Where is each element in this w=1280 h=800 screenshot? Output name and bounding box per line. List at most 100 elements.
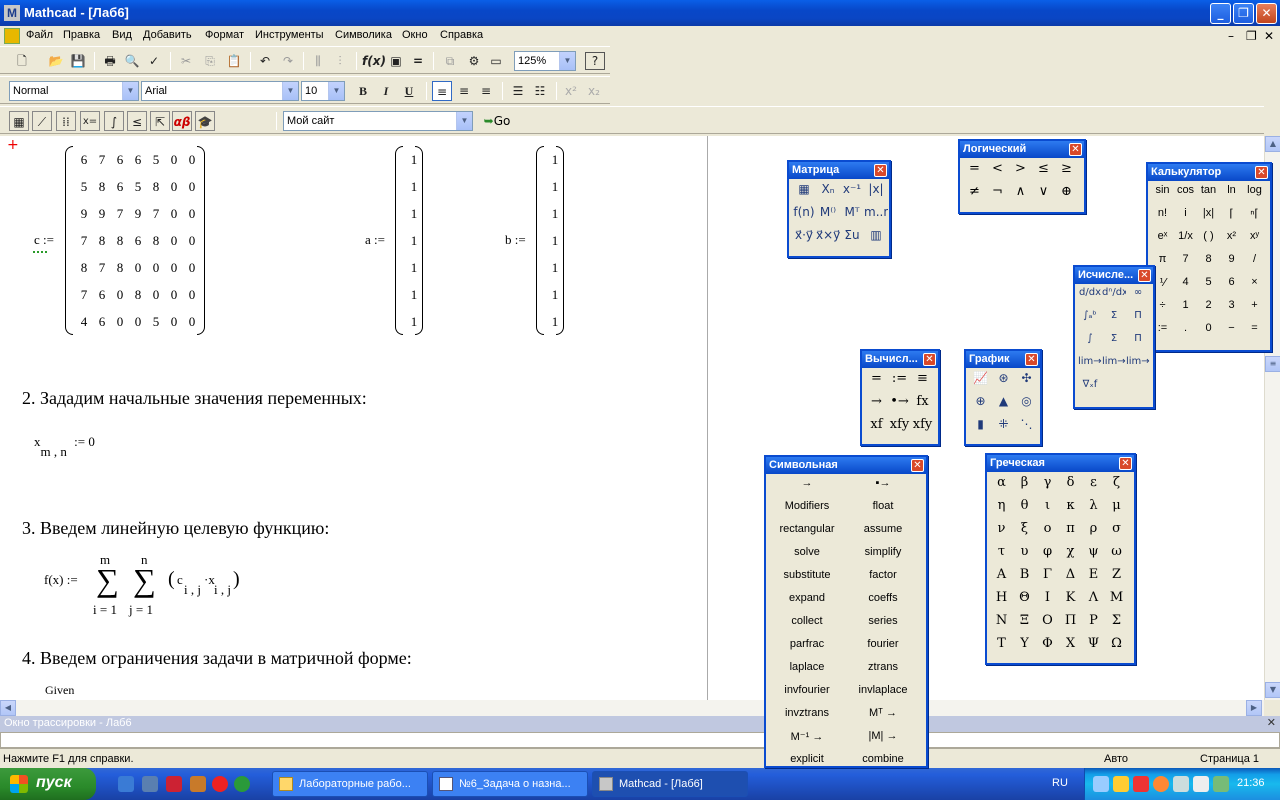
- network-icon[interactable]: [1093, 776, 1109, 792]
- boolean-palette-icon[interactable]: ≤: [127, 111, 147, 131]
- symbolic-palette-button[interactable]: invlaplace: [845, 684, 921, 707]
- style-select[interactable]: Normal ▼: [9, 81, 139, 101]
- evaluation-palette-icon[interactable]: x=: [80, 111, 100, 131]
- greek-palette-button[interactable]: υ: [1013, 544, 1036, 567]
- logic-palette-button[interactable]: ∧: [1009, 184, 1032, 207]
- symbolic-palette-button[interactable]: float: [845, 500, 921, 523]
- greek-palette-icon[interactable]: αβ: [172, 111, 192, 131]
- close-icon[interactable]: ✕: [874, 164, 887, 177]
- ie-icon[interactable]: [118, 776, 134, 792]
- step-4-heading[interactable]: 4. Введем ограничения задачи в матричной…: [22, 648, 412, 669]
- shield-icon[interactable]: [1113, 776, 1129, 792]
- greek-palette-button[interactable]: η: [990, 498, 1013, 521]
- matrix-cell[interactable]: 0: [183, 281, 201, 308]
- matrix-cell[interactable]: 0: [183, 254, 201, 281]
- given-keyword[interactable]: Given: [45, 683, 74, 698]
- mathcad-app-icon[interactable]: M: [4, 5, 20, 21]
- calculus-palette-button[interactable]: lim→a⁺: [1102, 356, 1126, 379]
- close-icon[interactable]: ✕: [1255, 166, 1268, 179]
- symbolic-palette-button[interactable]: substitute: [769, 569, 845, 592]
- start-button[interactable]: пуск: [0, 768, 96, 800]
- greek-palette-button[interactable]: λ: [1082, 498, 1105, 521]
- calculator-palette-button[interactable]: 3: [1220, 299, 1243, 322]
- logic-palette-button[interactable]: <: [986, 161, 1009, 184]
- matrix-cell[interactable]: 5: [147, 308, 165, 335]
- subscript-button[interactable]: x₂: [584, 81, 604, 101]
- matrix-cell[interactable]: 6: [75, 146, 93, 173]
- step-2-heading[interactable]: 2. Зададим начальные значения переменных…: [22, 388, 367, 409]
- greek-palette-button[interactable]: ε: [1082, 475, 1105, 498]
- matrix-cell[interactable]: 0: [147, 281, 165, 308]
- align-left-button[interactable]: ≡: [432, 81, 452, 101]
- matrix-cell[interactable]: 0: [183, 173, 201, 200]
- matrix-cell[interactable]: 5: [129, 173, 147, 200]
- chevron-down-icon[interactable]: ▼: [328, 82, 344, 100]
- matrix-cell[interactable]: 5: [147, 146, 165, 173]
- matrix-cell[interactable]: 8: [147, 173, 165, 200]
- superscript-button[interactable]: x²: [561, 81, 581, 101]
- calculator-palette-button[interactable]: sin: [1151, 184, 1174, 207]
- calculator-palette-button[interactable]: eˣ: [1151, 230, 1174, 253]
- symbolic-palette-icon[interactable]: 🎓: [195, 111, 215, 131]
- logic-palette-button[interactable]: ≤: [1032, 161, 1055, 184]
- palette-calculator[interactable]: Калькулятор ✕ sin cos tan ln log n! i |x| ⌈ ⁿ⌈ eˣ 1/…: [1146, 162, 1272, 352]
- symbolic-palette-button[interactable]: collect: [769, 615, 845, 638]
- matrix-cell[interactable]: 7: [75, 281, 93, 308]
- matrix-cell[interactable]: 8: [111, 227, 129, 254]
- menu-file[interactable]: Файл: [26, 29, 53, 41]
- matrix-cell[interactable]: 6: [111, 173, 129, 200]
- scroll-left-icon[interactable]: ◀: [0, 700, 16, 716]
- graph-palette-button[interactable]: ▮: [969, 417, 992, 440]
- matrix-cell[interactable]: 0: [111, 281, 129, 308]
- logic-palette-button[interactable]: ⊕: [1055, 184, 1078, 207]
- open-icon[interactable]: 📂: [46, 51, 66, 71]
- calculator-palette-button[interactable]: |x|: [1197, 207, 1220, 230]
- menu-view[interactable]: Вид: [112, 29, 132, 41]
- matrix-cell[interactable]: 0: [183, 146, 201, 173]
- palette-logic[interactable]: Логический ✕ = < > ≤ ≥ ≠ ¬ ∧ ∨ ⊕: [958, 139, 1086, 214]
- close-icon[interactable]: ✕: [1119, 457, 1132, 470]
- greek-palette-button[interactable]: β: [1013, 475, 1036, 498]
- calculator-palette-button[interactable]: cos: [1174, 184, 1197, 207]
- symbolic-palette-button[interactable]: combine: [845, 753, 921, 766]
- matrix-cell[interactable]: 1: [405, 281, 423, 308]
- calculator-palette-button[interactable]: ln: [1220, 184, 1243, 207]
- bold-button[interactable]: B: [353, 81, 373, 101]
- matrix-palette-button[interactable]: ▥: [864, 228, 888, 251]
- component-wizard-icon[interactable]: ⚙: [464, 51, 484, 71]
- calculator-palette-button[interactable]: log: [1243, 184, 1266, 207]
- italic-button[interactable]: I: [376, 81, 396, 101]
- chrome-icon[interactable]: [234, 776, 250, 792]
- undo-icon[interactable]: ↶: [255, 51, 275, 71]
- matrix-cell[interactable]: 1: [405, 308, 423, 335]
- matrix-cell[interactable]: 1: [546, 173, 564, 200]
- matrix-cell[interactable]: 4: [75, 308, 93, 335]
- matrix-cell[interactable]: 0: [129, 308, 147, 335]
- matrix-palette-button[interactable]: ▦: [792, 182, 816, 205]
- matrix-cell[interactable]: 8: [93, 227, 111, 254]
- symbolic-palette-button[interactable]: coeffs: [845, 592, 921, 615]
- step-3-heading[interactable]: 3. Введем линейную целевую функцию:: [22, 518, 329, 539]
- calculus-palette-button[interactable]: ∞: [1126, 287, 1150, 310]
- symbolic-palette-button[interactable]: laplace: [769, 661, 845, 684]
- greek-palette-button[interactable]: Φ: [1036, 636, 1059, 659]
- matrix-cell[interactable]: 1: [405, 173, 423, 200]
- calculus-palette-button[interactable]: ∫ₐᵇ: [1078, 310, 1102, 333]
- palette-symbolic[interactable]: Символьная ✕ → ▪→ Modifiers float rectangular…: [764, 455, 928, 768]
- matrix-cell[interactable]: 0: [165, 308, 183, 335]
- symbolic-palette-button[interactable]: explicit: [769, 753, 845, 766]
- calculator-palette-button[interactable]: 0: [1197, 322, 1220, 345]
- greek-palette-button[interactable]: Ξ: [1013, 613, 1036, 636]
- new-icon[interactable]: 🗋: [12, 51, 32, 71]
- matrix-cell[interactable]: 0: [129, 254, 147, 281]
- greek-palette-button[interactable]: ν: [990, 521, 1013, 544]
- logic-palette-button[interactable]: ≠: [963, 184, 986, 207]
- greek-palette-button[interactable]: Ω: [1105, 636, 1128, 659]
- greek-palette-button[interactable]: Λ: [1082, 590, 1105, 613]
- greek-palette-button[interactable]: Π: [1059, 613, 1082, 636]
- calculator-palette-button[interactable]: ⁿ⌈: [1243, 207, 1266, 230]
- close-icon[interactable]: ✕: [911, 459, 924, 472]
- redo-icon[interactable]: ↷: [278, 51, 298, 71]
- calculator-palette-button[interactable]: ( ): [1197, 230, 1220, 253]
- greek-palette-button[interactable]: ψ: [1082, 544, 1105, 567]
